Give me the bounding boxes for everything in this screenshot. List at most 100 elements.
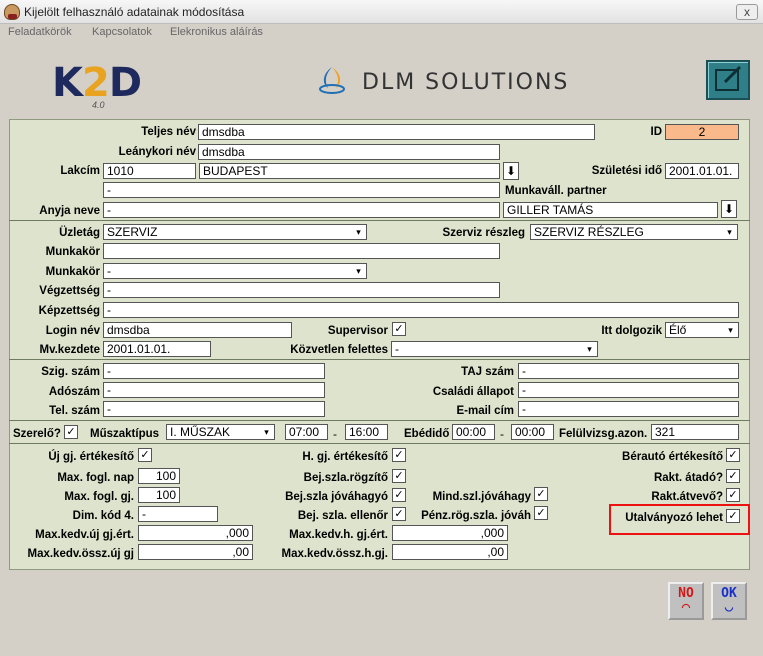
time-range-dash: - bbox=[333, 427, 337, 441]
max-fogl-gj-field[interactable]: 100 bbox=[138, 487, 180, 503]
ebed-kezdet-field[interactable]: 00:00 bbox=[452, 424, 495, 440]
label-rakt-atvevo: Rakt.átvevő? bbox=[651, 491, 723, 503]
dlm-logo-text: DLM SOLUTIONS bbox=[362, 70, 570, 95]
section-divider bbox=[9, 359, 750, 360]
szuletesi-ido-field[interactable]: 2001.01.01. bbox=[665, 163, 739, 179]
kepzettseg-field[interactable]: - bbox=[103, 302, 739, 318]
munkakor-2-value: - bbox=[107, 264, 111, 278]
label-mv-kezdete: Mv.kezdete bbox=[39, 344, 100, 356]
dlm-logo-icon bbox=[319, 67, 345, 94]
mind-szl-jovahagy-checkbox[interactable]: ✓ bbox=[534, 487, 548, 501]
label-kepzettseg: Képzettség bbox=[38, 305, 100, 317]
szerviz-reszleg-select[interactable]: SZERVIZ RÉSZLEG ▾ bbox=[530, 224, 738, 240]
dim-kod-4-field[interactable]: - bbox=[138, 506, 218, 522]
label-max-kedv-uj-gj-ert: Max.kedv.új gj.ért. bbox=[35, 529, 134, 541]
bej-szla-jovahagyo-checkbox[interactable]: ✓ bbox=[392, 488, 406, 502]
munkavall-partner-field[interactable]: GILLER TAMÁS bbox=[503, 202, 718, 218]
email-field[interactable]: - bbox=[518, 401, 739, 417]
supervisor-checkbox[interactable]: ✓ bbox=[392, 322, 406, 336]
csaladi-allapot-field[interactable]: - bbox=[518, 382, 739, 398]
uzletag-value: SZERVIZ bbox=[107, 225, 158, 239]
bej-szla-rogzito-checkbox[interactable]: ✓ bbox=[392, 469, 406, 483]
label-max-kedv-ossz-uj-gj: Max.kedv.össz.új gj bbox=[27, 548, 134, 560]
label-uj-gj-ertekesito: Új gj. értékesítő bbox=[48, 451, 134, 463]
iranyitoszam-field[interactable]: 1010 bbox=[103, 163, 196, 179]
k2d-logo-k: K bbox=[52, 60, 83, 106]
max-kedv-h-gj-ert-field[interactable]: ,000 bbox=[392, 525, 508, 541]
cancel-button[interactable]: NO ⌒ bbox=[668, 582, 704, 620]
label-uzletag: Üzletág bbox=[59, 227, 100, 239]
adoszam-field[interactable]: - bbox=[103, 382, 325, 398]
uj-gj-ertekesito-checkbox[interactable]: ✓ bbox=[138, 448, 152, 462]
menu-feladatkorok[interactable]: Feladatkörök bbox=[8, 26, 72, 38]
label-penz-rog-szla-jovah: Pénz.rög.szla. jóváh bbox=[421, 510, 531, 522]
taj-szam-field[interactable]: - bbox=[518, 363, 739, 379]
muszak-veg-field[interactable]: 16:00 bbox=[345, 424, 388, 440]
label-vegzettseg: Végzettség bbox=[39, 285, 100, 297]
itt-dolgozik-select[interactable]: Élő ▾ bbox=[665, 322, 739, 338]
label-csaladi-allapot: Családi állapot bbox=[432, 386, 514, 398]
chevron-down-icon: ▾ bbox=[352, 265, 365, 277]
app-icon bbox=[4, 4, 20, 20]
munkakor-1-field[interactable] bbox=[103, 243, 500, 259]
szig-szam-field[interactable]: - bbox=[103, 363, 325, 379]
szerelo-checkbox[interactable]: ✓ bbox=[64, 425, 78, 439]
edit-icon-button[interactable] bbox=[706, 60, 750, 100]
label-max-kedv-ossz-h-gj: Max.kedv.össz.h.gj. bbox=[281, 548, 388, 560]
label-tel-szam: Tel. szám bbox=[49, 405, 100, 417]
penz-rog-szla-jovah-checkbox[interactable]: ✓ bbox=[534, 506, 548, 520]
id-field: 2 bbox=[665, 124, 739, 140]
vegzettseg-field[interactable]: - bbox=[103, 282, 500, 298]
label-szerelo: Szerelő? bbox=[13, 428, 61, 440]
sad-face-icon: ⌒ bbox=[681, 599, 691, 615]
tel-szam-field[interactable]: - bbox=[103, 401, 325, 417]
partner-lookup-button[interactable]: ⬇ bbox=[721, 200, 737, 218]
varos-field[interactable]: BUDAPEST bbox=[199, 163, 500, 179]
menu-kapcsolatok[interactable]: Kapcsolatok bbox=[92, 26, 152, 38]
k2d-version: 4.0 bbox=[92, 100, 105, 110]
muszak-kezdet-field[interactable]: 07:00 bbox=[285, 424, 328, 440]
label-ebedido: Ebédidő bbox=[404, 428, 450, 440]
label-dim-kod-4: Dim. kód 4. bbox=[72, 510, 134, 522]
section-divider bbox=[9, 420, 750, 421]
kozvetlen-felettes-select[interactable]: - ▾ bbox=[391, 341, 598, 357]
bej-szla-ellenor-checkbox[interactable]: ✓ bbox=[392, 507, 406, 521]
label-lakcim: Lakcím bbox=[60, 165, 100, 177]
muszaktipus-select[interactable]: I. MŰSZAK ▾ bbox=[166, 424, 275, 440]
window-close-button[interactable]: x bbox=[736, 4, 758, 20]
max-kedv-uj-gj-ert-field[interactable]: ,000 bbox=[138, 525, 253, 541]
section-divider bbox=[9, 443, 750, 444]
chevron-down-icon: ▾ bbox=[352, 226, 365, 238]
teljes-nev-field[interactable]: dmsdba bbox=[198, 124, 595, 140]
cim-field[interactable]: - bbox=[103, 182, 500, 198]
k2d-logo-d: D bbox=[108, 60, 142, 106]
label-login-nev: Login név bbox=[45, 325, 100, 337]
max-kedv-ossz-h-gj-field[interactable]: ,00 bbox=[392, 544, 508, 560]
leanykori-nev-field[interactable]: dmsdba bbox=[198, 144, 500, 160]
label-email: E-mail cím bbox=[456, 405, 514, 417]
rakt-atado-checkbox[interactable]: ✓ bbox=[726, 469, 740, 483]
time-range-dash: - bbox=[500, 427, 504, 441]
felulvizsg-azon-field[interactable]: 321 bbox=[651, 424, 739, 440]
mv-kezdete-field[interactable]: 2001.01.01. bbox=[103, 341, 211, 357]
muszaktipus-value: I. MŰSZAK bbox=[170, 425, 231, 439]
label-teljes-nev: Teljes név bbox=[141, 126, 196, 138]
ebed-veg-field[interactable]: 00:00 bbox=[511, 424, 554, 440]
label-adoszam: Adószám bbox=[48, 386, 100, 398]
rakt-atvevo-checkbox[interactable]: ✓ bbox=[726, 488, 740, 502]
anyja-neve-field[interactable]: - bbox=[103, 202, 500, 218]
label-supervisor: Supervisor bbox=[327, 325, 388, 337]
max-fogl-nap-field[interactable]: 100 bbox=[138, 468, 180, 484]
munkakor-2-select[interactable]: - ▾ bbox=[103, 263, 367, 279]
menu-elektronikus-alairas[interactable]: Elekronikus aláírás bbox=[170, 26, 263, 38]
berauto-ertekesito-checkbox[interactable]: ✓ bbox=[726, 448, 740, 462]
lakcim-lookup-button[interactable]: ⬇ bbox=[503, 162, 519, 180]
login-nev-field[interactable]: dmsdba bbox=[103, 322, 292, 338]
chevron-down-icon: ▾ bbox=[723, 226, 736, 238]
max-kedv-ossz-uj-gj-field[interactable]: ,00 bbox=[138, 544, 253, 560]
h-gj-ertekesito-checkbox[interactable]: ✓ bbox=[392, 448, 406, 462]
ok-button[interactable]: OK ◡ bbox=[711, 582, 747, 620]
uzletag-select[interactable]: SZERVIZ ▾ bbox=[103, 224, 367, 240]
label-szuletesi-ido: Születési idő bbox=[591, 165, 662, 177]
itt-dolgozik-value: Élő bbox=[669, 323, 687, 337]
